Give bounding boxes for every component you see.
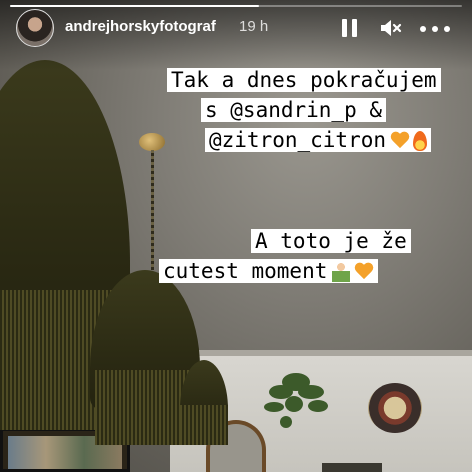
caption-second: A toto je že cutest moment bbox=[159, 226, 411, 286]
hanging-plant bbox=[264, 373, 328, 428]
orange-heart-icon bbox=[390, 131, 410, 151]
decorative-plate bbox=[368, 383, 422, 433]
caption-line: A toto je že bbox=[251, 229, 411, 253]
username-link[interactable]: andrejhorskyfotograf bbox=[65, 18, 216, 35]
more-dots-icon bbox=[420, 26, 426, 32]
speaker-muted-icon bbox=[381, 20, 402, 36]
picture-frame bbox=[322, 463, 382, 472]
fire-icon bbox=[413, 131, 428, 151]
lamp-chain bbox=[151, 150, 154, 270]
orange-heart-icon bbox=[354, 262, 374, 282]
caption-line: @zitron_citron bbox=[209, 128, 387, 152]
more-options-button[interactable] bbox=[418, 14, 452, 42]
more-dots-icon-dot bbox=[432, 26, 438, 32]
caption-line: cutest moment bbox=[163, 259, 328, 283]
caption-line: Tak a dnes pokračujem bbox=[167, 68, 441, 92]
avatar[interactable] bbox=[16, 9, 54, 47]
ceiling-fixture bbox=[139, 133, 165, 151]
caption-first: Tak a dnes pokračujem s @sandrin_p & @zi… bbox=[167, 65, 441, 155]
story-progress-bar bbox=[10, 5, 462, 7]
caption-line: s @sandrin_p & bbox=[201, 98, 387, 122]
pause-button[interactable] bbox=[336, 14, 364, 42]
story-viewer[interactable]: andrejhorskyfotograf 19 h Tak a dnes pok… bbox=[0, 0, 472, 472]
person-gesturing-icon bbox=[332, 262, 351, 282]
story-progress-fill bbox=[10, 5, 259, 7]
more-dots-icon-dot bbox=[444, 26, 450, 32]
mute-button[interactable] bbox=[376, 14, 404, 42]
lamp-fringe bbox=[180, 405, 228, 445]
pause-icon-bar bbox=[352, 19, 357, 37]
post-time: 19 h bbox=[239, 18, 269, 35]
pause-icon bbox=[342, 19, 347, 37]
